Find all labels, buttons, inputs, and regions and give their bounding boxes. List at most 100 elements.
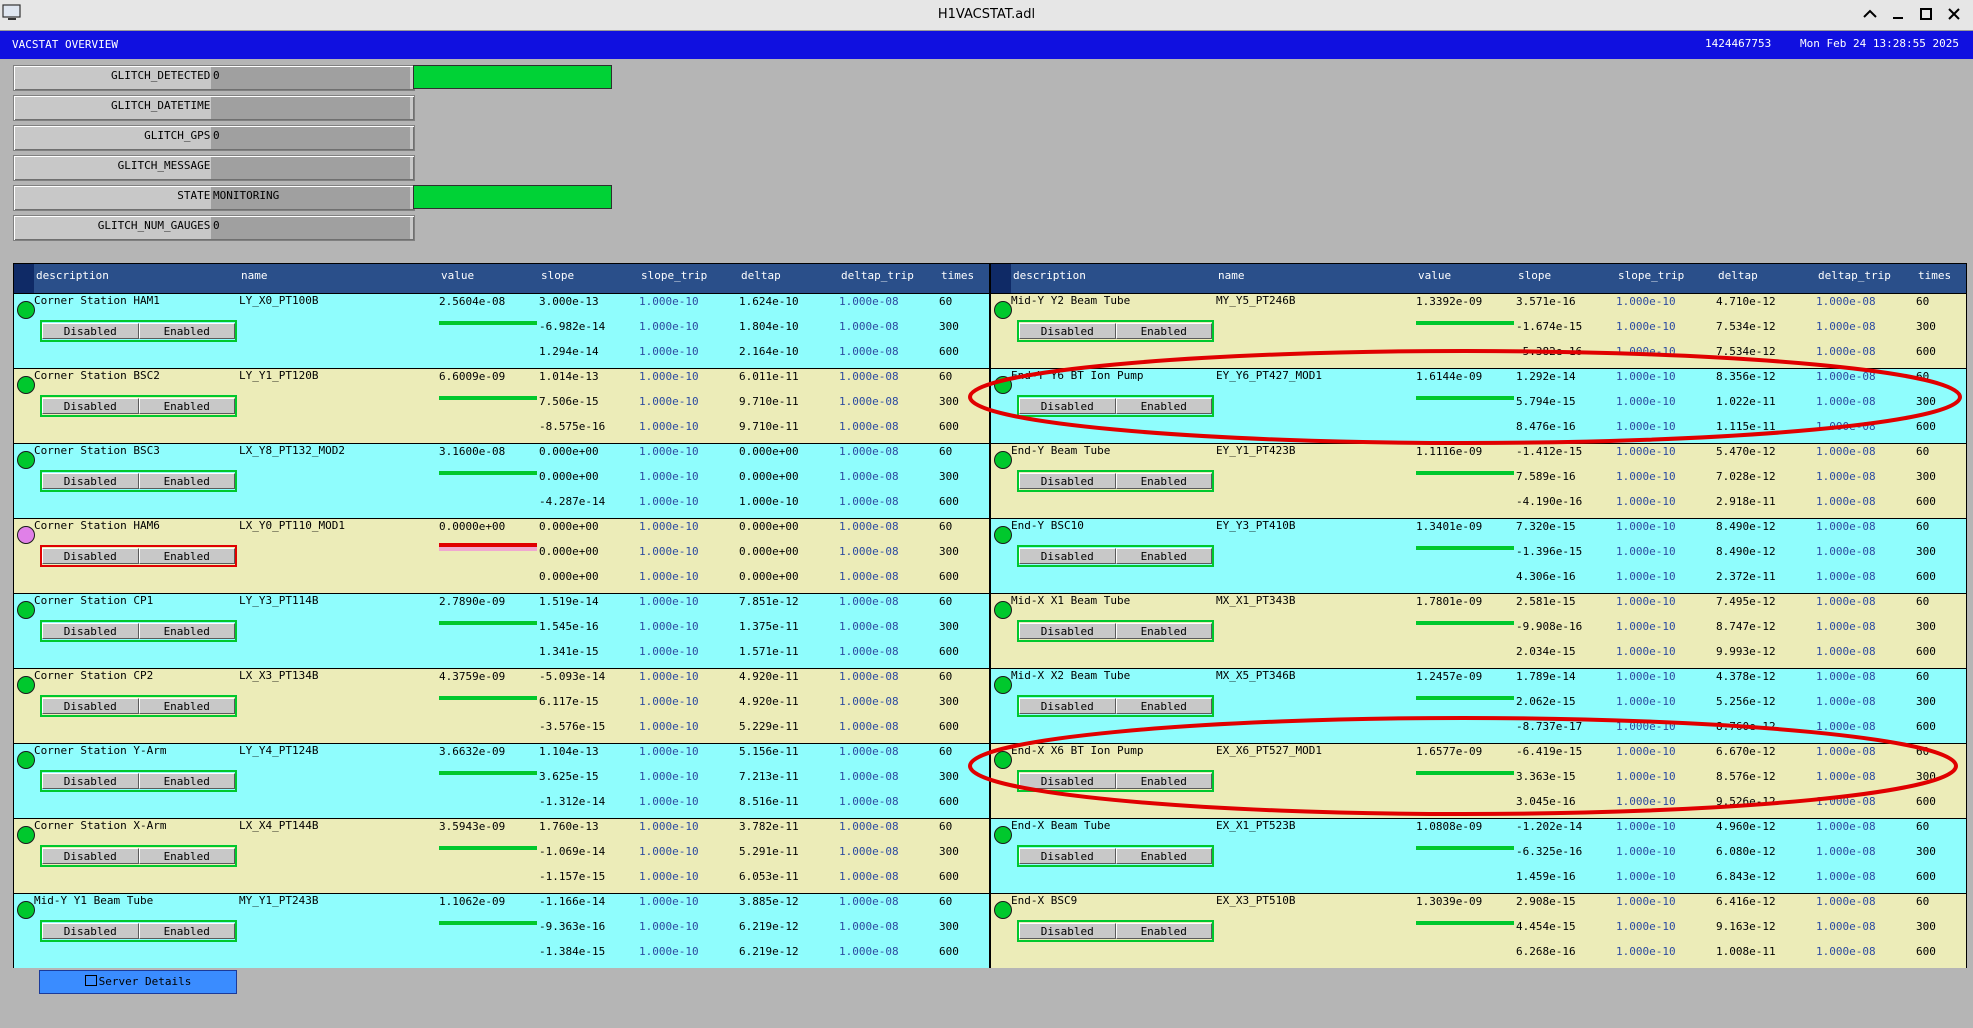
deltap-value: 1.000e-10: [739, 495, 799, 508]
maximize-icon[interactable]: [1917, 5, 1935, 23]
deltap-trip-value: 1.000e-08: [1816, 720, 1876, 733]
gauge-value: 1.1062e-09: [439, 895, 506, 908]
minimize-icon[interactable]: [1889, 5, 1907, 23]
disabled-button[interactable]: Disabled: [1019, 323, 1116, 339]
status-led: [994, 826, 1012, 844]
slope-value: -1.384e-15: [539, 945, 606, 958]
disabled-button[interactable]: Disabled: [42, 623, 139, 639]
enabled-button[interactable]: Enabled: [1115, 623, 1212, 639]
header-led-cell: [14, 264, 34, 293]
disabled-button[interactable]: Disabled: [1019, 698, 1116, 714]
deltap-value: 5.156e-11: [739, 745, 799, 758]
enabled-button[interactable]: Enabled: [1115, 698, 1212, 714]
deltap-value: 9.710e-11: [739, 420, 799, 433]
enabled-button[interactable]: Enabled: [1115, 923, 1212, 939]
disabled-button[interactable]: Disabled: [42, 848, 139, 864]
deltap-value: 1.115e-11: [1716, 420, 1776, 433]
deltap-trip-value: 1.000e-08: [839, 945, 899, 958]
disabled-button[interactable]: Disabled: [1019, 923, 1116, 939]
disabled-button[interactable]: Disabled: [1019, 398, 1116, 414]
enabled-button[interactable]: Enabled: [138, 623, 235, 639]
enabled-button[interactable]: Enabled: [1115, 323, 1212, 339]
slope-value: 7.506e-15: [539, 395, 599, 408]
times-value: 600: [939, 645, 959, 658]
disabled-button[interactable]: Disabled: [1019, 773, 1116, 789]
slope-value: 1.014e-13: [539, 370, 599, 383]
enable-toggle[interactable]: Disabled Enabled: [40, 845, 237, 867]
enabled-button[interactable]: Enabled: [138, 923, 235, 939]
value-bar: [1416, 621, 1514, 625]
times-value: 600: [1916, 870, 1936, 883]
enable-toggle[interactable]: Disabled Enabled: [1017, 620, 1214, 642]
status-led: [17, 526, 35, 544]
window-icon: [84, 975, 97, 986]
enable-toggle[interactable]: Disabled Enabled: [40, 695, 237, 717]
slope-trip-value: 1.000e-10: [639, 395, 699, 408]
enable-toggle[interactable]: Disabled Enabled: [1017, 920, 1214, 942]
enable-toggle[interactable]: Disabled Enabled: [1017, 395, 1214, 417]
enabled-button[interactable]: Enabled: [1115, 548, 1212, 564]
enable-toggle[interactable]: Disabled Enabled: [40, 770, 237, 792]
disabled-button[interactable]: Disabled: [1019, 848, 1116, 864]
times-value: 300: [939, 695, 959, 708]
enabled-button[interactable]: Enabled: [138, 473, 235, 489]
value-bar: [1416, 546, 1514, 550]
slope-trip-value: 1.000e-10: [639, 320, 699, 333]
deltap-value: 4.960e-12: [1716, 820, 1776, 833]
gauge-description: Corner Station BSC2: [34, 369, 160, 382]
enable-toggle[interactable]: Disabled Enabled: [1017, 695, 1214, 717]
slope-value: 0.000e+00: [539, 570, 599, 583]
close-icon[interactable]: [1945, 5, 1963, 23]
enabled-button[interactable]: Enabled: [138, 773, 235, 789]
slope-value: -8.575e-16: [539, 420, 606, 433]
disabled-button[interactable]: Disabled: [42, 323, 139, 339]
enabled-button[interactable]: Enabled: [138, 398, 235, 414]
chevron-up-icon[interactable]: [1861, 5, 1879, 23]
enable-toggle[interactable]: Disabled Enabled: [1017, 545, 1214, 567]
disabled-button[interactable]: Disabled: [42, 923, 139, 939]
deltap-trip-value: 1.000e-08: [839, 670, 899, 683]
enabled-button[interactable]: Enabled: [1115, 473, 1212, 489]
status-label: GLITCH_GPS:: [144, 129, 217, 142]
gauge-name: LY_X0_PT100B: [239, 294, 319, 307]
status-value: [211, 157, 410, 179]
disabled-button[interactable]: Disabled: [42, 473, 139, 489]
deltap-value: 4.710e-12: [1716, 295, 1776, 308]
enable-toggle[interactable]: Disabled Enabled: [40, 395, 237, 417]
enabled-button[interactable]: Enabled: [138, 848, 235, 864]
enable-toggle[interactable]: Disabled Enabled: [1017, 845, 1214, 867]
enabled-button[interactable]: Enabled: [138, 548, 235, 564]
disabled-button[interactable]: Disabled: [42, 548, 139, 564]
enable-toggle[interactable]: Disabled Enabled: [1017, 470, 1214, 492]
enabled-button[interactable]: Enabled: [138, 698, 235, 714]
disabled-button[interactable]: Disabled: [42, 398, 139, 414]
enable-toggle[interactable]: Disabled Enabled: [1017, 770, 1214, 792]
slope-trip-value: 1.000e-10: [1616, 420, 1676, 433]
enabled-button[interactable]: Enabled: [138, 323, 235, 339]
disabled-button[interactable]: Disabled: [1019, 623, 1116, 639]
slope-value: -1.157e-15: [539, 870, 606, 883]
slope-value: 1.341e-15: [539, 645, 599, 658]
enabled-button[interactable]: Enabled: [1115, 398, 1212, 414]
deltap-trip-value: 1.000e-08: [1816, 420, 1876, 433]
enable-toggle[interactable]: Disabled Enabled: [1017, 320, 1214, 342]
slope-value: 1.789e-14: [1516, 670, 1576, 683]
enable-toggle[interactable]: Disabled Enabled: [40, 320, 237, 342]
overview-title: VACSTAT OVERVIEW: [12, 38, 118, 51]
disabled-button[interactable]: Disabled: [42, 773, 139, 789]
disabled-button[interactable]: Disabled: [1019, 548, 1116, 564]
enabled-button[interactable]: Enabled: [1115, 848, 1212, 864]
disabled-button[interactable]: Disabled: [1019, 473, 1116, 489]
enable-toggle[interactable]: Disabled Enabled: [40, 920, 237, 942]
disabled-button[interactable]: Disabled: [42, 698, 139, 714]
enable-toggle[interactable]: Disabled Enabled: [40, 545, 237, 567]
server-details-button[interactable]: Server Details: [39, 970, 237, 994]
slope-value: -8.737e-17: [1516, 720, 1583, 733]
enable-toggle[interactable]: Disabled Enabled: [40, 470, 237, 492]
times-value: 60: [1916, 520, 1930, 533]
times-value: 300: [1916, 395, 1936, 408]
value-bar: [1416, 471, 1514, 475]
slope-trip-value: 1.000e-10: [1616, 595, 1676, 608]
enable-toggle[interactable]: Disabled Enabled: [40, 620, 237, 642]
enabled-button[interactable]: Enabled: [1115, 773, 1212, 789]
